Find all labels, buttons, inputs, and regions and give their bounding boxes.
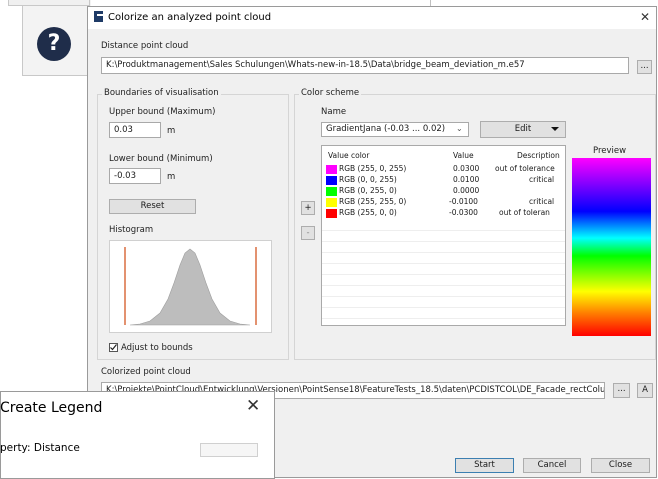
- table-gridline: [322, 241, 565, 242]
- legend-property-label: perty: Distance: [0, 442, 80, 454]
- table-row[interactable]: RGB (0, 0, 255) 0.0100 critical: [322, 175, 565, 186]
- legend-close-icon[interactable]: ✕: [246, 396, 260, 416]
- histogram-distribution: [129, 248, 251, 326]
- table-row[interactable]: RGB (255, 255, 0) -0.0100 critical: [322, 197, 565, 208]
- row-rgb: RGB (0, 0, 255): [339, 175, 397, 184]
- table-row[interactable]: RGB (0, 255, 0) 0.0000: [322, 186, 565, 197]
- distance-cloud-path-field[interactable]: K:\Produktmanagement\Sales Schulungen\Wh…: [101, 57, 629, 74]
- table-gridline: [322, 296, 565, 297]
- boundaries-group-label: Boundaries of visualisation: [102, 88, 221, 98]
- checkmark-icon: [110, 344, 117, 351]
- lower-bound-unit: m: [167, 172, 176, 182]
- scheme-name-label: Name: [321, 107, 347, 117]
- cancel-button[interactable]: Cancel: [523, 458, 581, 473]
- close-icon[interactable]: ✕: [640, 10, 650, 24]
- color-swatch: [326, 165, 337, 174]
- preview-label: Preview: [593, 146, 627, 156]
- row-description: out of tolerance: [495, 164, 555, 173]
- row-value: 0.0100: [453, 175, 480, 184]
- table-header: Value color Value Description: [322, 151, 565, 162]
- chevron-down-icon: ⌄: [456, 124, 463, 133]
- table-gridline: [322, 285, 565, 286]
- table-gridline: [322, 274, 565, 275]
- lower-bound-input[interactable]: -0.03: [109, 168, 161, 184]
- histogram-chart: [124, 247, 257, 326]
- histogram-panel: [109, 240, 272, 333]
- row-rgb: RGB (255, 255, 0): [339, 197, 407, 206]
- color-swatch: [326, 187, 337, 196]
- table-row[interactable]: RGB (255, 0, 0) -0.0300 out of toleran: [322, 208, 565, 219]
- row-value: -0.0300: [449, 208, 478, 217]
- column-header-value-color: Value color: [328, 151, 370, 160]
- start-button[interactable]: Start: [455, 458, 514, 473]
- distance-cloud-browse-button[interactable]: ...: [637, 60, 652, 74]
- colorized-cloud-browse-button[interactable]: ...: [613, 383, 630, 398]
- upper-bound-label: Upper bound (Maximum): [109, 107, 216, 117]
- background-dialog-bar: [8, 0, 90, 6]
- close-button[interactable]: Close: [591, 458, 650, 473]
- lower-bound-label: Lower bound (Minimum): [109, 154, 213, 164]
- table-gridline: [322, 230, 565, 231]
- table-row[interactable]: RGB (255, 0, 255) 0.0300 out of toleranc…: [322, 164, 565, 175]
- reset-button[interactable]: Reset: [109, 199, 196, 214]
- add-color-button[interactable]: +: [301, 201, 315, 215]
- column-header-value: Value: [453, 151, 474, 160]
- colorized-cloud-a-button[interactable]: A: [637, 383, 653, 398]
- row-description: critical: [529, 197, 555, 206]
- app-logo-icon: [94, 11, 103, 22]
- remove-color-button[interactable]: -: [301, 226, 315, 240]
- legend-window-title: Create Legend: [0, 400, 103, 416]
- dialog-title: Colorize an analyzed point cloud: [108, 12, 272, 23]
- row-value: -0.0100: [449, 197, 478, 206]
- color-swatch: [326, 176, 337, 185]
- edit-button-label: Edit: [514, 124, 532, 134]
- column-header-description: Description: [517, 151, 560, 160]
- color-scheme-group-label: Color scheme: [299, 88, 362, 98]
- table-gridline: [322, 252, 565, 253]
- row-rgb: RGB (255, 0, 0): [339, 208, 397, 217]
- row-description: out of toleran: [499, 208, 550, 217]
- question-icon: ?: [37, 27, 71, 61]
- scheme-select-value: GradientJana (-0.03 ... 0.02): [326, 124, 446, 134]
- color-preview-gradient: [572, 158, 651, 336]
- legend-property-field[interactable]: [200, 443, 258, 457]
- scheme-select[interactable]: GradientJana (-0.03 ... 0.02): [321, 122, 469, 137]
- row-value: 0.0000: [453, 186, 480, 195]
- histogram-label: Histogram: [109, 225, 154, 235]
- color-swatch: [326, 198, 337, 207]
- adjust-to-bounds-label: Adjust to bounds: [121, 343, 193, 353]
- dropdown-arrow-icon: [551, 127, 559, 131]
- table-gridline: [322, 318, 565, 319]
- table-gridline: [322, 307, 565, 308]
- row-rgb: RGB (255, 0, 255): [339, 164, 407, 173]
- color-value-table[interactable]: Value color Value Description RGB (255, …: [321, 145, 566, 326]
- color-swatch: [326, 209, 337, 218]
- table-gridline: [322, 263, 565, 264]
- distance-cloud-label: Distance point cloud: [101, 41, 189, 51]
- upper-bound-unit: m: [167, 126, 176, 136]
- upper-bound-input[interactable]: 0.03: [109, 122, 161, 138]
- row-description: critical: [529, 175, 555, 184]
- row-rgb: RGB (0, 255, 0): [339, 186, 397, 195]
- row-value: 0.0300: [453, 164, 480, 173]
- adjust-to-bounds-checkbox[interactable]: [109, 343, 118, 352]
- colorized-cloud-label: Colorized point cloud: [101, 367, 191, 377]
